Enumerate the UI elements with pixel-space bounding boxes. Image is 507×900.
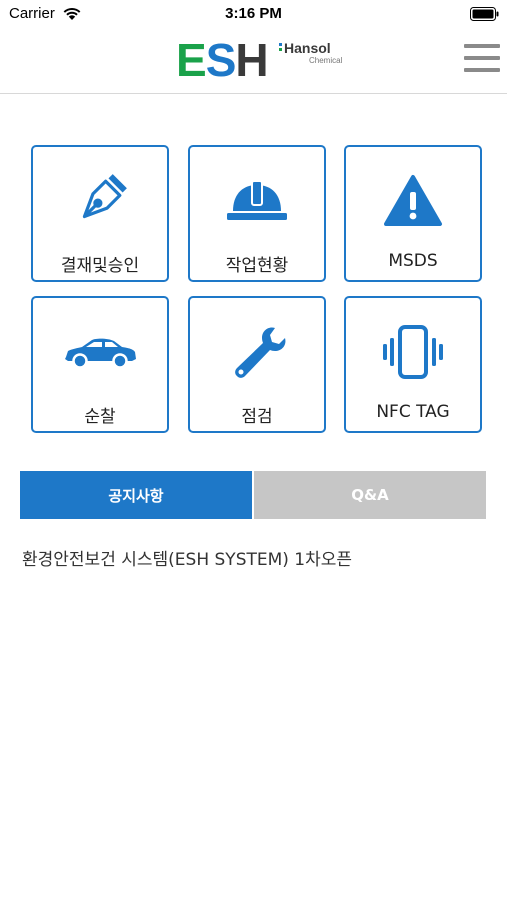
app-header: ESH Hansol Chemical bbox=[0, 28, 507, 94]
svg-text:Chemical: Chemical bbox=[309, 56, 343, 65]
inspection-menu-tile[interactable]: 점검 bbox=[188, 296, 326, 433]
patrol-menu-tile[interactable]: 순찰 bbox=[31, 296, 169, 433]
work-status-menu-tile[interactable]: 작업현황 bbox=[188, 145, 326, 282]
tile-label: NFC TAG bbox=[376, 402, 450, 422]
svg-text:ESH: ESH bbox=[176, 36, 268, 80]
car-icon bbox=[65, 338, 136, 369]
nfc-tag-menu-tile[interactable]: NFC TAG bbox=[344, 296, 482, 433]
warning-triangle-icon bbox=[384, 175, 442, 226]
msds-menu-tile[interactable]: MSDS bbox=[344, 145, 482, 282]
tile-label: 순찰 bbox=[84, 407, 116, 427]
phone-vibrate-icon bbox=[383, 325, 443, 379]
hamburger-menu-button[interactable] bbox=[464, 42, 500, 74]
battery-icon bbox=[470, 7, 499, 21]
notice-list-item[interactable]: 환경안전보건 시스템(ESH SYSTEM) 1차오픈 bbox=[22, 545, 352, 570]
esh-hansol-logo[interactable]: ESH Hansol Chemical bbox=[176, 36, 351, 80]
tab-qa[interactable]: Q&A bbox=[254, 471, 486, 519]
tab-notice[interactable]: 공지사항 bbox=[20, 471, 252, 519]
clock-time: 3:16 PM bbox=[225, 5, 282, 22]
hamburger-icon bbox=[464, 44, 500, 48]
wrench-icon bbox=[235, 327, 286, 378]
tile-label: 점검 bbox=[241, 407, 273, 427]
tile-label: 작업현황 bbox=[225, 256, 289, 276]
tile-label: MSDS bbox=[388, 251, 438, 271]
status-bar: Carrier 3:16 PM bbox=[0, 0, 507, 28]
svg-text:Hansol: Hansol bbox=[284, 40, 331, 56]
hard-hat-icon bbox=[227, 180, 287, 220]
tile-label: 결재및승인 bbox=[60, 256, 140, 276]
fountain-pen-icon bbox=[82, 174, 127, 219]
approval-menu-tile[interactable]: 결재및승인 bbox=[31, 145, 169, 282]
